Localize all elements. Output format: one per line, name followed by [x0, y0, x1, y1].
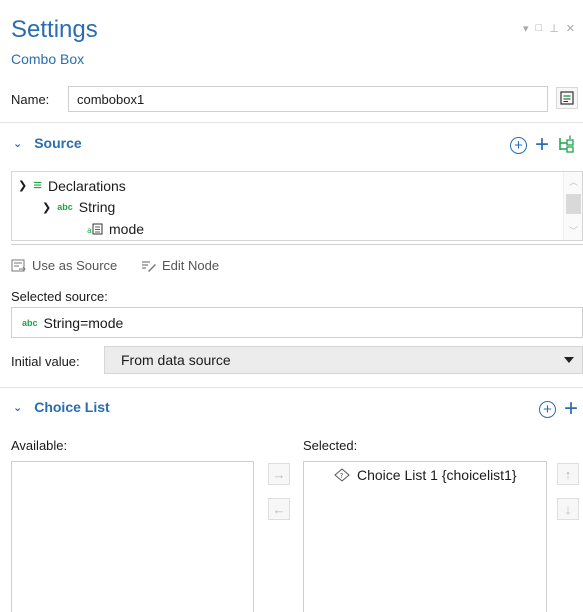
tree-item-string[interactable]: ❯ abc String [42, 199, 115, 215]
page-subtitle: Combo Box [11, 51, 85, 67]
initial-value-selected: From data source [121, 352, 231, 368]
chevron-down-icon: ❯ [42, 201, 52, 214]
arrow-up-icon: ↑ [564, 466, 572, 482]
name-field[interactable]: combobox1 [68, 86, 548, 112]
use-as-source-label: Use as Source [32, 258, 118, 273]
tree-item-declarations[interactable]: ❯ ≡ Declarations [18, 177, 126, 194]
available-label: Available: [11, 438, 68, 453]
form-icon [560, 91, 574, 105]
divider [0, 387, 583, 388]
arrow-right-icon: → [272, 466, 286, 482]
tree-item-label: Declarations [47, 177, 126, 194]
edit-node-button[interactable]: Edit Node [141, 258, 219, 273]
initial-value-label: Initial value: [11, 354, 80, 369]
use-as-source-button[interactable]: Use as Source [11, 258, 117, 273]
name-label: Name: [11, 92, 50, 107]
variable-icon: a [87, 223, 103, 235]
selected-source-value: String=mode [43, 314, 124, 331]
available-list[interactable] [11, 461, 254, 612]
string-icon: abc [22, 317, 38, 328]
edit-node-label: Edit Node [162, 258, 220, 273]
add-circle-icon[interactable]: + [538, 400, 556, 418]
choice-list-section-header[interactable]: ⌄ Choice List [13, 399, 110, 415]
add-circle-icon[interactable]: + [509, 136, 527, 154]
source-toolbar: + + [509, 133, 575, 157]
list-item-label: Choice List 1 {choicelist1} [357, 467, 517, 483]
rename-button[interactable] [556, 87, 578, 109]
chevron-down-icon: ❯ [18, 180, 28, 192]
selected-source-field: abc String=mode [11, 307, 583, 338]
pin-icon[interactable]: ⊥ [549, 22, 559, 35]
move-left-button[interactable]: ← [268, 498, 290, 520]
tree-item-label: mode [109, 221, 145, 237]
add-icon[interactable]: + [564, 397, 578, 421]
arrow-down-icon: ↓ [564, 501, 572, 517]
declarations-icon: ≡ [33, 177, 42, 194]
tree-add-icon[interactable] [557, 135, 575, 155]
scroll-down-icon[interactable]: ﹀ [569, 224, 578, 237]
choice-list-section-title: Choice List [34, 399, 110, 415]
selected-source-label: Selected source: [11, 289, 108, 304]
page-title: Settings [11, 16, 98, 43]
move-up-button[interactable]: ↑ [557, 463, 579, 485]
use-as-source-icon [11, 259, 26, 271]
edit-node-icon [142, 260, 156, 272]
add-icon[interactable]: + [535, 133, 549, 157]
dropdown-icon[interactable]: ▾ [523, 22, 529, 35]
tree-item-label: String [78, 199, 116, 215]
divider [11, 244, 583, 245]
list-item[interactable]: ? Choice List 1 {choicelist1} [334, 467, 517, 483]
svg-text:a: a [87, 226, 92, 235]
tree-scrollbar[interactable]: ︿ ﹀ [563, 172, 582, 240]
maximize-icon[interactable]: □ [536, 22, 543, 35]
initial-value-select[interactable]: From data source [104, 346, 583, 374]
source-tree[interactable]: ❯ ≡ Declarations ❯ abc String a mode ︿ ﹀ [11, 171, 583, 241]
close-icon[interactable]: ✕ [566, 22, 575, 35]
tree-item-mode[interactable]: a mode [87, 221, 144, 237]
chevron-down-icon: ⌄ [13, 137, 23, 150]
move-right-button[interactable]: → [268, 463, 290, 485]
string-icon: abc [57, 202, 73, 212]
choice-list-toolbar: + + [538, 397, 578, 421]
source-section-title: Source [34, 135, 82, 151]
selected-list[interactable]: ? Choice List 1 {choicelist1} [303, 461, 547, 612]
move-down-button[interactable]: ↓ [557, 498, 579, 520]
scroll-up-icon[interactable]: ︿ [569, 175, 578, 188]
divider [0, 122, 583, 123]
scroll-thumb[interactable] [566, 194, 581, 214]
arrow-left-icon: ← [272, 501, 286, 517]
chevron-down-icon: ⌄ [13, 401, 23, 414]
selected-label: Selected: [303, 438, 358, 453]
chevron-down-icon [564, 357, 574, 363]
source-section-header[interactable]: ⌄ Source [13, 135, 82, 151]
svg-text:?: ? [340, 472, 344, 480]
window-controls: ▾ □ ⊥ ✕ [523, 22, 575, 35]
choice-list-icon: ? [334, 468, 350, 482]
